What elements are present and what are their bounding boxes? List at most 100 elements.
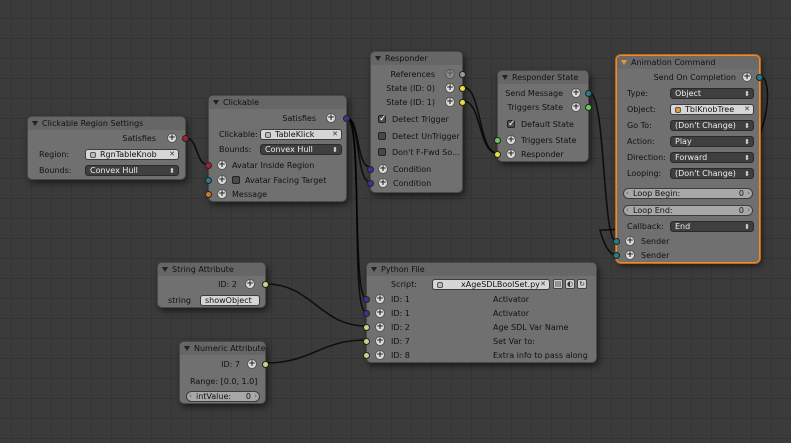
satisfies-output-socket[interactable] [343,115,350,122]
loop-begin-slider[interactable]: ‹ Loop Begin: 0 › [623,188,753,199]
add-socket-icon[interactable]: + [625,250,635,260]
add-socket-icon[interactable]: + [245,279,255,289]
add-socket-icon[interactable]: + [445,69,455,79]
numeric-attribute-node[interactable]: Numeric Attribute ID: 7 + Range: [0.0, 1… [179,341,269,404]
node-header[interactable]: Animation Command [617,56,759,69]
condition1-input-socket[interactable] [367,166,374,173]
sender1-input-socket[interactable] [613,238,620,245]
add-socket-icon[interactable]: + [506,149,516,159]
add-socket-icon[interactable]: + [375,308,385,318]
callback-dropdown[interactable]: End ⬍ [670,221,754,232]
increment-arrow-icon[interactable]: › [747,189,750,198]
add-socket-icon[interactable]: + [375,336,385,346]
triggers-state-output-socket[interactable] [585,104,592,111]
avatar-facing-checkbox[interactable] [232,176,240,184]
node-header[interactable]: Responder State [498,71,588,84]
node-header[interactable]: String Attribute [158,263,265,276]
node-header[interactable]: Numeric Attribute [180,342,266,355]
decrement-arrow-icon[interactable]: ‹ [626,189,629,198]
add-socket-icon[interactable]: + [378,178,388,188]
string-attribute-node[interactable]: String Attribute ID: 2 + string showObje… [157,262,269,308]
add-socket-icon[interactable]: + [217,160,227,170]
dont-ffwd-checkbox[interactable] [378,148,386,156]
loop-end-slider[interactable]: ‹ Loop End: 0 › [623,205,753,216]
clear-icon[interactable]: ✕ [169,150,175,159]
node-header[interactable]: Clickable [209,96,346,109]
detect-trigger-checkbox[interactable] [378,113,387,126]
default-state-checkbox[interactable] [507,118,516,131]
add-socket-icon[interactable]: + [217,189,227,199]
set-var-input-socket[interactable] [363,338,370,345]
open-file-icon[interactable]: ▤ [553,279,563,289]
clickable-node[interactable]: Clickable Satisfies + Clickable: TableKl… [205,95,350,202]
collapse-arrow-icon[interactable] [371,267,377,272]
triggers-state-input-socket[interactable] [494,137,501,144]
node-header[interactable]: Clickable Region Settings [28,117,185,130]
collapse-arrow-icon[interactable] [162,267,168,272]
responder-input-socket[interactable] [494,151,501,158]
avatar-inside-input-socket[interactable] [205,162,212,169]
string-value-field[interactable]: showObject [200,295,260,306]
add-socket-icon[interactable]: + [167,133,177,143]
add-socket-icon[interactable]: + [375,350,385,360]
collapse-arrow-icon[interactable] [375,56,381,61]
add-socket-icon[interactable]: + [217,175,227,185]
responder-node[interactable]: Responder References + State (ID: 0) + S… [367,51,466,193]
add-socket-icon[interactable]: + [445,83,455,93]
region-field[interactable]: RgnTableKnob ✕ [85,149,179,160]
extra-info-input-socket[interactable] [363,352,370,359]
message-input-socket[interactable] [205,191,212,198]
sender2-input-socket[interactable] [613,252,620,259]
add-socket-icon[interactable]: + [571,102,581,112]
object-field[interactable]: TblKnobTree ✕ [670,104,754,115]
python-file-node[interactable]: Python File Script: xAgeSDLBoolSet.py ✕ ▤… [363,262,597,363]
attribute-output-socket[interactable] [262,281,269,288]
collapse-arrow-icon[interactable] [184,346,190,351]
clickable-region-settings-node[interactable]: Clickable Region Settings Satisfies + Re… [27,116,189,180]
sdl-var-name-input-socket[interactable] [363,324,370,331]
collapse-arrow-icon[interactable] [32,121,38,126]
add-socket-icon[interactable]: + [375,322,385,332]
add-socket-icon[interactable]: + [571,88,581,98]
add-socket-icon[interactable]: + [378,164,388,174]
send-on-completion-output-socket[interactable] [756,74,763,81]
direction-dropdown[interactable]: Forward ⬍ [670,152,754,163]
decrement-arrow-icon[interactable]: ‹ [626,206,629,215]
avatar-facing-input-socket[interactable] [205,177,212,184]
add-socket-icon[interactable]: + [445,97,455,107]
script-field[interactable]: xAgeSDLBoolSet.py ✕ [432,279,550,290]
activator1-input-socket[interactable] [363,296,370,303]
refresh-icon[interactable]: ↻ [577,279,587,289]
animation-command-node[interactable]: Animation Command Send On Completion + T… [613,55,763,263]
activator2-input-socket[interactable] [363,310,370,317]
increment-arrow-icon[interactable]: › [747,206,750,215]
add-socket-icon[interactable]: + [247,359,257,369]
type-dropdown[interactable]: Object ⬍ [670,88,754,99]
responder-state-node[interactable]: Responder State Send Message + Triggers … [494,70,592,162]
increment-arrow-icon[interactable]: › [254,392,257,401]
attribute-output-socket[interactable] [262,361,269,368]
condition2-input-socket[interactable] [367,180,374,187]
add-socket-icon[interactable]: + [326,113,336,123]
collapse-arrow-icon[interactable] [213,100,219,105]
state0-output-socket[interactable] [459,85,466,92]
int-value-slider[interactable]: ‹ intValue: 0 › [186,391,260,402]
bounds-dropdown[interactable]: Convex Hull ⬍ [260,144,342,155]
node-header[interactable]: Python File [367,263,596,276]
references-output-socket[interactable] [459,71,466,78]
collapse-arrow-icon[interactable] [502,75,508,80]
add-socket-icon[interactable]: + [375,294,385,304]
clear-icon[interactable]: ✕ [540,280,546,289]
bounds-dropdown[interactable]: Convex Hull ⬍ [85,165,179,176]
looping-dropdown[interactable]: (Don't Change) ⬍ [670,168,754,179]
reload-icon[interactable]: ◐ [565,279,575,289]
detect-untrigger-checkbox[interactable] [378,132,386,140]
add-socket-icon[interactable]: + [625,236,635,246]
clickable-field[interactable]: TableKlick ✕ [260,129,342,140]
add-socket-icon[interactable]: + [742,72,752,82]
send-message-output-socket[interactable] [585,90,592,97]
collapse-arrow-icon[interactable] [621,60,627,65]
decrement-arrow-icon[interactable]: ‹ [189,392,192,401]
state1-output-socket[interactable] [459,99,466,106]
goto-dropdown[interactable]: (Don't Change) ⬍ [670,120,754,131]
